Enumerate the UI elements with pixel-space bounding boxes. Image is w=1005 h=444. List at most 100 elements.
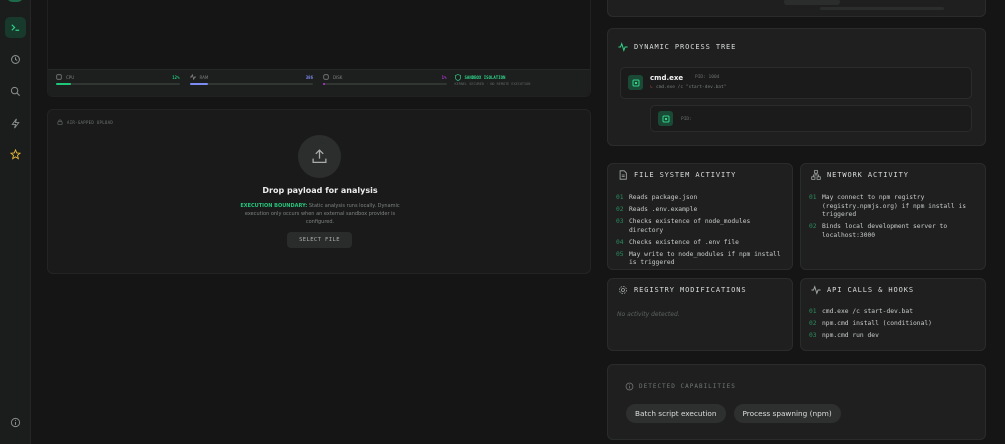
info-icon	[625, 382, 634, 391]
list-item: 02 Reads .env.example	[616, 206, 784, 215]
list-item-index: 02	[809, 320, 817, 327]
list-item-index: 04	[616, 238, 624, 246]
gear-icon	[619, 286, 627, 294]
metric-cpu: CPU 12%	[54, 74, 180, 91]
upload-panel[interactable]: AIR-GAPPED UPLOAD Drop payload for analy…	[47, 109, 591, 274]
top-panel	[607, 0, 986, 17]
top-panel-bar	[820, 7, 944, 10]
file-icon	[619, 170, 627, 180]
registry-panel: REGISTRY MODIFICATIONS No activity detec…	[607, 278, 793, 351]
shield-icon	[454, 74, 461, 81]
history-icon	[11, 55, 20, 64]
sidebar-item-history[interactable]	[5, 49, 26, 70]
metric-label: CPU	[66, 75, 75, 80]
disk-icon	[323, 74, 329, 80]
list-item-text: Reads .env.example	[629, 206, 698, 213]
terminal-panel: CPU 12% RAM 386 DISK 1% SANDBOX ISOLATIO…	[47, 0, 591, 97]
lock-icon	[57, 119, 63, 125]
metric-fill	[56, 83, 71, 85]
sidebar-item-info[interactable]	[5, 412, 26, 433]
list-item: 05 May write to node_modules if npm insta…	[616, 251, 784, 268]
drop-title: Drop payload for analysis	[262, 186, 378, 195]
search-icon	[10, 86, 21, 97]
arrow-icon: ↳	[650, 85, 653, 90]
network-header: NETWORK ACTIVITY	[811, 170, 909, 180]
api-calls-header: API CALLS & HOOKS	[811, 285, 914, 295]
file-system-title: FILE SYSTEM ACTIVITY	[634, 171, 737, 179]
select-file-button[interactable]: SELECT FILE	[287, 232, 352, 248]
process-command: cmd.exe /c "start-dev.bat"	[656, 85, 727, 90]
file-system-panel: FILE SYSTEM ACTIVITY 01 Reads package.jso…	[607, 163, 793, 270]
file-system-header: FILE SYSTEM ACTIVITY	[618, 170, 736, 180]
sandbox-status-subtitle: KERNEL SECURED · NO REMOTE EXECUTION	[454, 82, 531, 86]
upload-dropzone[interactable]	[298, 135, 341, 178]
metric-label: RAM	[199, 75, 209, 80]
sandbox-status: SANDBOX ISOLATION KERNEL SECURED · NO RE…	[454, 74, 584, 91]
top-panel-control[interactable]	[784, 0, 840, 5]
capability-pill: Process spawning (npm)	[733, 404, 841, 423]
list-item-index: 01	[809, 194, 817, 201]
execution-boundary-label: EXECUTION BOUNDARY:	[240, 203, 308, 209]
sidebar-item-search[interactable]	[5, 81, 26, 102]
list-item: 01 Reads package.json	[616, 194, 784, 203]
list-item-index: 01	[616, 194, 624, 201]
cpu-icon	[56, 74, 62, 80]
metric-track	[323, 83, 447, 85]
process-pid: PID:	[681, 117, 692, 122]
cpu-icon	[662, 115, 669, 122]
terminal-icon	[11, 24, 20, 31]
metric-value: 12%	[172, 75, 180, 80]
api-calls-list: 01 cmd.exe /c start-dev.bat 02 npm.cmd inst…	[809, 308, 977, 344]
metric-ram: RAM 386	[188, 74, 313, 91]
network-panel: NETWORK ACTIVITY 01 May connect to npm re…	[800, 163, 986, 270]
star-icon	[10, 149, 21, 160]
sidebar-item-favorites[interactable]	[5, 144, 26, 165]
list-item: 02 Binds local development server to loca…	[809, 223, 977, 240]
sidebar	[0, 0, 31, 444]
process-node-child[interactable]: PID:	[650, 105, 972, 132]
list-item-index: 03	[616, 218, 624, 225]
info-icon	[10, 417, 21, 428]
registry-title: REGISTRY MODIFICATIONS	[634, 286, 747, 294]
sidebar-item-terminal[interactable]	[5, 17, 26, 38]
pulse-icon	[189, 74, 196, 80]
metric-disk: DISK 1%	[321, 74, 447, 91]
sandbox-status-title: SANDBOX ISOLATION	[464, 75, 506, 80]
list-item: 03 npm.cmd run dev	[809, 332, 977, 341]
lightning-icon	[11, 118, 20, 129]
process-node[interactable]: cmd.exe PID: 1004 ↳ cmd.exe /c "start-de…	[620, 67, 972, 99]
network-list: 01 May connect to npm registry (registry.…	[809, 194, 977, 244]
list-item: 01 May connect to npm registry (registry.…	[809, 194, 977, 220]
file-system-list: 01 Reads package.json 02 Reads .env.example…	[616, 194, 784, 271]
capabilities-pills: Batch script execution Process spawning …	[626, 404, 841, 423]
metrics-bar: CPU 12% RAM 386 DISK 1% SANDBOX ISOLATIO…	[48, 69, 590, 96]
upload-icon	[312, 149, 327, 163]
capabilities-panel: DETECTED CAPABILITIES Batch script execu…	[607, 364, 986, 440]
metric-fill	[189, 83, 209, 85]
list-item-text: npm.cmd install (conditional)	[822, 320, 932, 327]
list-item-index: 01	[809, 308, 817, 315]
pulse-icon	[618, 42, 628, 52]
capability-pill: Batch script execution	[626, 404, 726, 423]
list-item-index: 05	[616, 250, 624, 258]
pulse-icon	[811, 285, 821, 295]
metric-label: DISK	[333, 75, 343, 80]
metric-value: 1%	[441, 75, 447, 80]
process-chip	[628, 75, 643, 90]
drop-description: EXECUTION BOUNDARY: Static analysis runs…	[233, 202, 407, 226]
process-chip	[658, 111, 673, 126]
list-item-text: Reads package.json	[629, 194, 698, 201]
registry-empty: No activity detected.	[617, 311, 680, 318]
list-item-text: npm.cmd run dev	[822, 332, 879, 339]
list-item-index: 03	[809, 332, 817, 339]
api-calls-title: API CALLS & HOOKS	[827, 286, 914, 294]
list-item-text: Checks existence of .env file	[629, 238, 739, 246]
sidebar-item-activity[interactable]	[5, 113, 26, 134]
capabilities-title: DETECTED CAPABILITIES	[639, 383, 736, 390]
list-item: 01 cmd.exe /c start-dev.bat	[809, 308, 977, 317]
list-item-text: Checks existence of node_modules directo…	[629, 218, 751, 234]
metric-fill	[323, 83, 326, 85]
process-tree-header: DYNAMIC PROCESS TREE	[618, 42, 736, 52]
metric-track	[189, 83, 313, 85]
metric-value: 386	[305, 75, 313, 80]
